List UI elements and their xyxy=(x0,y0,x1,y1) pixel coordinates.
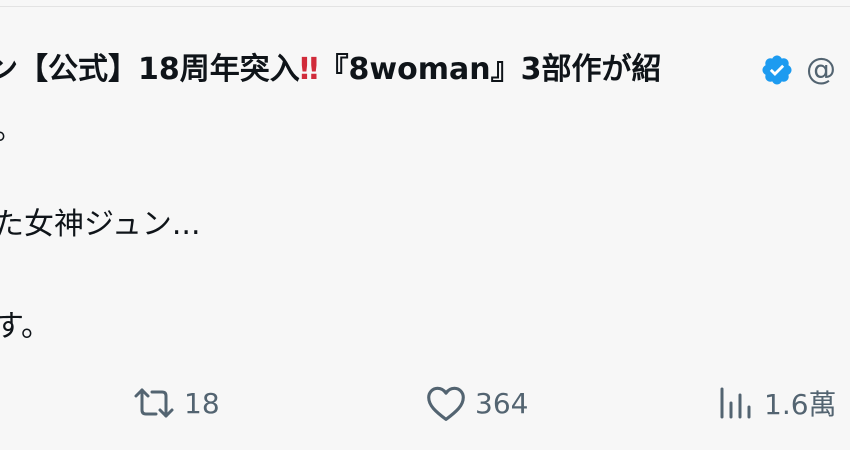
tweet-header: ン【公式】18周年突入‼『8woman』3部作が紹 @ xyxy=(0,48,836,92)
view-count: 1.6萬 xyxy=(764,388,837,421)
views-bar-chart-icon xyxy=(718,385,756,421)
tweet-text-line-1: 。 xyxy=(0,110,24,150)
author-name[interactable]: ン【公式】18周年突入‼『8woman』3部作が紹 xyxy=(0,48,756,92)
retweet-button[interactable]: 18 xyxy=(132,380,220,426)
author-name-suffix: 『8woman』3部作が紹 xyxy=(318,52,662,87)
like-button[interactable]: 364 xyxy=(425,380,528,426)
views-button[interactable]: 1.6萬 xyxy=(718,380,837,426)
author-handle[interactable]: @ xyxy=(806,48,836,92)
tweet-text-line-2: た女神ジュン... xyxy=(0,207,201,242)
double-exclamation-emoji: ‼ xyxy=(299,52,319,87)
tweet-card[interactable]: ン【公式】18周年突入‼『8woman』3部作が紹 @ 。 た女神ジュン... … xyxy=(0,0,850,450)
author-name-prefix: ン【公式】18周年突入 xyxy=(0,52,300,87)
heart-icon xyxy=(425,384,467,422)
like-count: 364 xyxy=(475,386,529,420)
tweet-text-line-3: す。 xyxy=(0,309,51,344)
divider xyxy=(0,6,850,7)
retweet-icon xyxy=(132,386,176,420)
verified-badge-icon[interactable] xyxy=(760,53,794,87)
tweet-actions: 18 364 1.6萬 xyxy=(0,380,850,426)
retweet-count: 18 xyxy=(184,386,220,420)
